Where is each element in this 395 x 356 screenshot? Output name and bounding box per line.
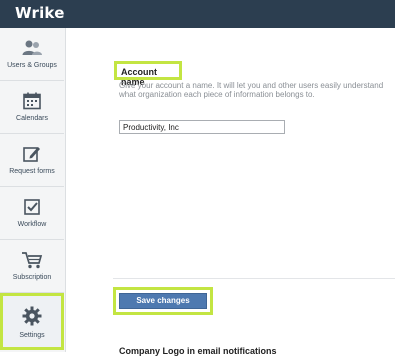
save-changes-button[interactable]: Save changes	[119, 293, 207, 309]
calendar-icon	[0, 91, 64, 111]
sidebar-item-label: Workflow	[17, 221, 47, 228]
top-bar: Wrike	[0, 0, 395, 28]
sidebar-item-calendars[interactable]: Calendars	[0, 81, 64, 134]
cart-icon	[0, 250, 64, 270]
gear-icon	[0, 306, 64, 326]
sidebar-item-label: Calendars	[16, 115, 48, 122]
section-divider	[113, 278, 395, 279]
account-name-description: Give your account a name. It will let yo…	[119, 81, 384, 99]
account-name-input[interactable]	[119, 120, 285, 134]
wrike-logo[interactable]: Wrike	[15, 4, 65, 22]
edit-form-icon	[0, 144, 64, 164]
save-button-highlight: Save changes	[113, 287, 213, 315]
sidebar-item-label: Request forms	[9, 168, 55, 175]
sidebar-item-label: Subscription	[12, 274, 52, 281]
sidebar: Users & Groups Calendars Request forms W…	[0, 28, 66, 352]
users-icon	[0, 38, 64, 58]
sidebar-item-users-groups[interactable]: Users & Groups	[0, 28, 64, 81]
sidebar-item-settings[interactable]: Settings	[0, 293, 64, 350]
sidebar-item-label: Users & Groups	[7, 62, 57, 69]
sidebar-item-subscription[interactable]: Subscription	[0, 240, 64, 293]
sidebar-item-label: Settings	[19, 332, 45, 339]
account-name-label-highlight: Account name	[114, 61, 182, 87]
checkbox-icon	[0, 197, 64, 217]
sidebar-item-request-forms[interactable]: Request forms	[0, 134, 64, 187]
sidebar-item-workflow[interactable]: Workflow	[0, 187, 64, 240]
company-logo-heading: Company Logo in email notifications	[119, 346, 277, 356]
